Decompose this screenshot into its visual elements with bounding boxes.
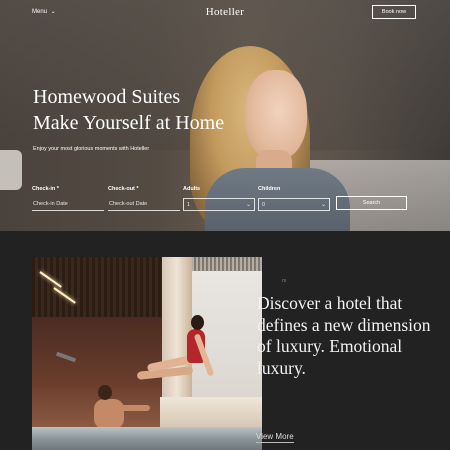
spa-pool-photo bbox=[32, 257, 262, 450]
checkin-input[interactable]: Check-in Date bbox=[32, 198, 104, 211]
checkin-field: Check-in * Check-in Date bbox=[32, 186, 104, 212]
book-now-button[interactable]: Book now bbox=[372, 5, 416, 19]
adults-field: Adults 1 ⌄ bbox=[183, 186, 255, 212]
hero-title: Homewood Suites Make Yourself at Home bbox=[33, 84, 224, 136]
search-button[interactable]: Search bbox=[336, 196, 407, 210]
view-more-link[interactable]: View More bbox=[256, 432, 294, 443]
pool-ledge bbox=[160, 397, 262, 427]
children-select[interactable]: 0 ⌄ bbox=[258, 198, 330, 211]
adults-select[interactable]: 1 ⌄ bbox=[183, 198, 255, 211]
checkout-field: Check-out * Check-out Date bbox=[108, 186, 180, 212]
children-value: 0 bbox=[262, 202, 266, 208]
top-navigation: Menu ⌄ Hoteller Book now bbox=[0, 0, 450, 24]
checkout-input[interactable]: Check-out Date bbox=[108, 198, 180, 211]
hero-woman-face bbox=[245, 70, 307, 160]
checkin-label: Check-in * bbox=[32, 186, 59, 192]
booking-form: Check-in * Check-in Date Check-out * Che… bbox=[0, 186, 450, 214]
adults-value: 1 bbox=[187, 202, 191, 208]
hero-title-line-2: Make Yourself at Home bbox=[33, 112, 225, 134]
photo-slats bbox=[192, 257, 262, 271]
section-label: rs bbox=[282, 278, 287, 284]
woman-in-swimsuit bbox=[136, 315, 217, 397]
adults-label: Adults bbox=[183, 186, 201, 192]
hero-section: Menu ⌄ Hoteller Book now Homewood Suites… bbox=[0, 0, 450, 231]
lamp-image bbox=[0, 150, 22, 190]
chevron-down-icon: ⌄ bbox=[245, 202, 251, 208]
feature-section: rs Discover a hotel that defines a new d… bbox=[0, 231, 450, 450]
hero-title-line-1: Homewood Suites bbox=[33, 86, 181, 108]
feature-tagline: Discover a hotel that defines a new dime… bbox=[257, 293, 431, 378]
checkout-label: Check-out * bbox=[108, 186, 139, 192]
children-label: Children bbox=[258, 186, 281, 192]
hero-subtitle: Enjoy your most glorious moments with Ho… bbox=[33, 146, 150, 152]
pool-water bbox=[32, 427, 262, 450]
children-field: Children 0 ⌄ bbox=[258, 186, 330, 212]
chevron-down-icon: ⌄ bbox=[320, 202, 326, 208]
